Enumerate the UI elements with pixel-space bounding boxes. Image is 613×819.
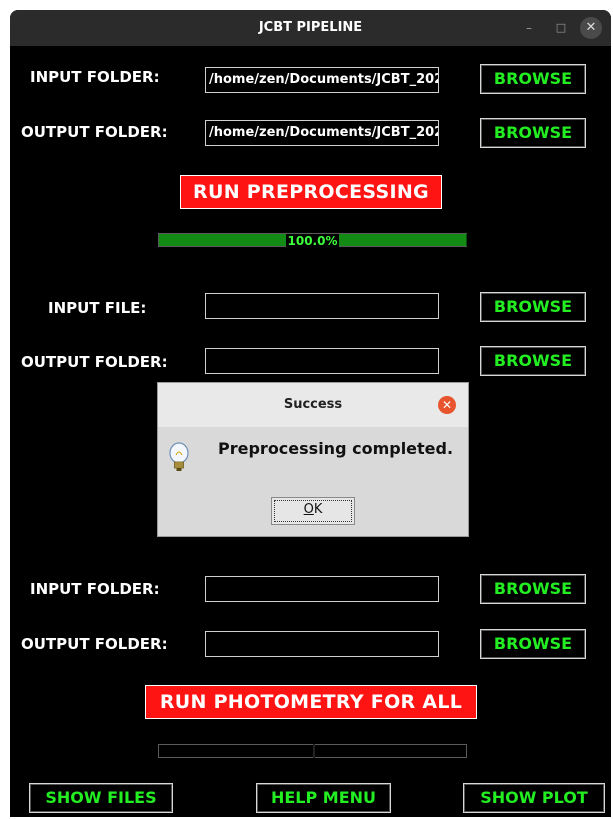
dialog-body: Preprocessing completed. OK: [158, 427, 468, 536]
single-output-folder-field[interactable]: [205, 348, 439, 374]
title-bar[interactable]: JCBT PIPELINE – □ ✕: [10, 10, 611, 46]
lightbulb-icon: [169, 442, 189, 471]
phot-output-folder-field[interactable]: [205, 631, 439, 657]
photometry-progress-bar: [158, 744, 467, 758]
run-preprocessing-button[interactable]: RUN PREPROCESSING: [180, 175, 442, 209]
pre-output-browse-button[interactable]: BROWSE: [480, 118, 586, 148]
success-dialog: Success ✕ Preprocessing completed. OK: [157, 382, 469, 537]
phot-output-browse-button[interactable]: BROWSE: [480, 629, 586, 659]
phot-output-folder-label: OUTPUT FOLDER:: [21, 635, 168, 653]
ok-label-rest: K: [313, 502, 323, 517]
single-input-file-label: INPUT FILE:: [48, 299, 147, 317]
dialog-message: Preprocessing completed.: [218, 439, 454, 458]
ok-button[interactable]: OK: [271, 497, 355, 525]
app-window: JCBT PIPELINE – □ ✕ INPUT FOLDER: /home/…: [10, 10, 611, 817]
dialog-close-button[interactable]: ✕: [438, 396, 456, 414]
close-button[interactable]: ✕: [580, 17, 602, 39]
dialog-title-bar[interactable]: Success ✕: [158, 383, 468, 427]
single-output-browse-button[interactable]: BROWSE: [480, 346, 586, 376]
pre-output-folder-field[interactable]: /home/zen/Documents/JCBT_2022: [205, 120, 439, 146]
single-input-file-field[interactable]: [205, 293, 439, 319]
phot-input-folder-field[interactable]: [205, 576, 439, 602]
single-input-browse-button[interactable]: BROWSE: [480, 292, 586, 322]
run-photometry-button[interactable]: RUN PHOTOMETRY FOR ALL: [145, 685, 477, 719]
single-output-folder-label: OUTPUT FOLDER:: [21, 353, 168, 371]
preprocessing-progress-bar: 100.0%: [158, 233, 467, 248]
minimize-button[interactable]: –: [519, 18, 539, 38]
pre-input-folder-field[interactable]: /home/zen/Documents/JCBT_2022: [205, 67, 439, 93]
dialog-title: Success: [283, 397, 343, 412]
maximize-button[interactable]: □: [551, 18, 571, 38]
phot-input-browse-button[interactable]: BROWSE: [480, 574, 586, 604]
show-files-button[interactable]: SHOW FILES: [29, 783, 173, 813]
show-plot-button[interactable]: SHOW PLOT: [463, 783, 605, 813]
pre-input-folder-label: INPUT FOLDER:: [30, 68, 160, 86]
progress-divider: [313, 744, 315, 758]
preprocessing-progress-text: 100.0%: [285, 234, 340, 248]
pre-input-browse-button[interactable]: BROWSE: [480, 64, 586, 94]
help-menu-button[interactable]: HELP MENU: [256, 783, 391, 813]
phot-input-folder-label: INPUT FOLDER:: [30, 580, 160, 598]
ok-mnemonic: O: [303, 502, 314, 517]
pre-output-folder-label: OUTPUT FOLDER:: [21, 123, 168, 141]
